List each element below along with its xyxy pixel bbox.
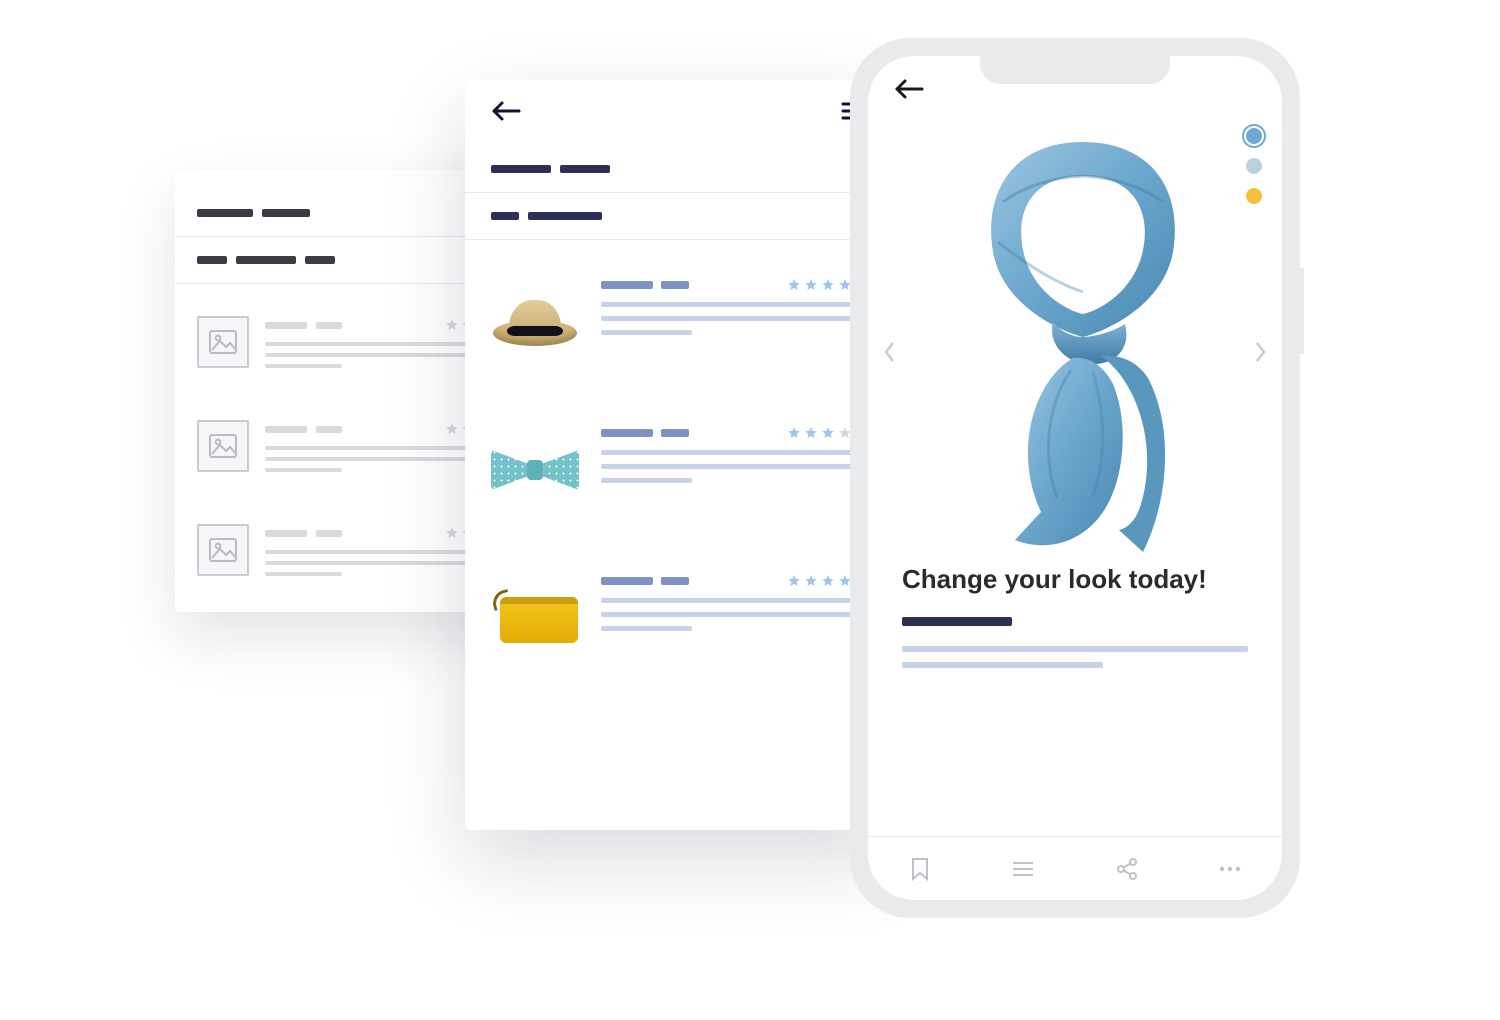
carousel-next-icon[interactable] xyxy=(1248,334,1274,375)
share-icon[interactable] xyxy=(1114,856,1140,882)
product-headline: Change your look today! xyxy=(902,564,1248,595)
tab-bar xyxy=(868,836,1282,900)
list-lines-icon[interactable] xyxy=(1010,856,1036,882)
product-list-item[interactable] xyxy=(491,248,869,396)
more-dots-icon[interactable] xyxy=(1217,856,1243,882)
carousel-prev-icon[interactable] xyxy=(876,334,902,375)
product-list-card xyxy=(465,80,895,830)
color-swatches xyxy=(1246,128,1262,204)
color-swatch[interactable] xyxy=(1246,158,1262,174)
image-placeholder-icon xyxy=(197,524,249,576)
product-list-item[interactable] xyxy=(491,544,869,692)
back-arrow-icon[interactable] xyxy=(894,87,924,104)
filter-row[interactable] xyxy=(465,193,895,240)
product-hero-image-scarf xyxy=(953,132,1213,562)
text-placeholder xyxy=(902,662,1103,668)
text-placeholder xyxy=(902,646,1248,652)
color-swatch[interactable] xyxy=(1246,188,1262,204)
image-placeholder-icon xyxy=(197,316,249,368)
phone-notch xyxy=(980,54,1170,84)
filter-row[interactable] xyxy=(465,146,895,193)
product-image-hat xyxy=(491,278,579,366)
phone-mock: Change your look today! xyxy=(850,38,1300,918)
text-placeholder xyxy=(902,617,1012,626)
back-arrow-icon[interactable] xyxy=(491,100,521,127)
image-placeholder-icon xyxy=(197,420,249,472)
product-image-clutch xyxy=(491,574,579,662)
bookmark-icon[interactable] xyxy=(907,856,933,882)
color-swatch[interactable] xyxy=(1246,128,1262,144)
product-image-bowtie xyxy=(491,426,579,514)
product-list-item[interactable] xyxy=(491,396,869,544)
